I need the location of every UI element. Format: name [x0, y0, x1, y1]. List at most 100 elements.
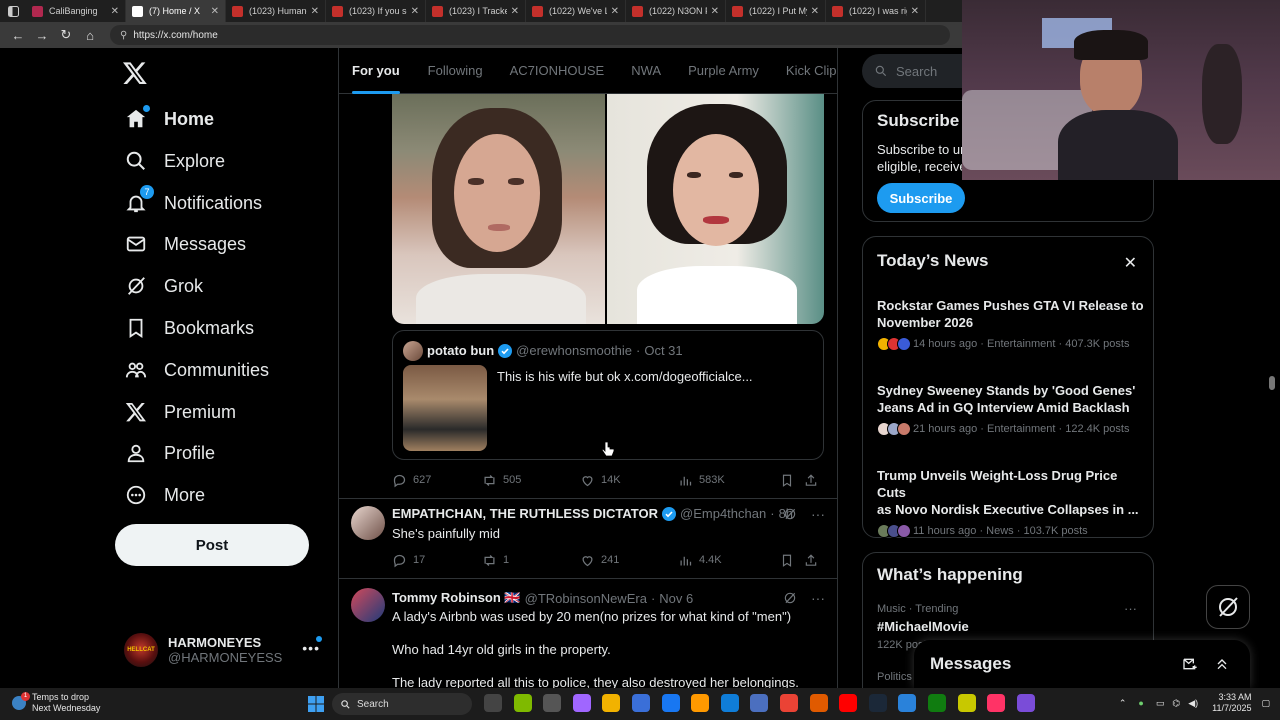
new-message-icon[interactable]	[1182, 656, 1198, 672]
close-tab-icon[interactable]: ✕	[111, 6, 119, 17]
display-icon[interactable]: ▭	[1156, 698, 1165, 709]
refresh-icon[interactable]: ↻	[54, 23, 78, 47]
sidebar-item-messages[interactable]: Messages	[124, 227, 246, 261]
taskbar-app-icon[interactable]	[809, 694, 828, 712]
like-button[interactable]: 14K	[580, 473, 678, 488]
tab-kick-clips[interactable]: Kick Clips	[786, 48, 837, 94]
taskbar-app-icon[interactable]	[602, 694, 621, 712]
author-handle[interactable]: @TRobinsonNewEra	[525, 591, 647, 606]
reply-button[interactable]: 627	[392, 473, 482, 488]
taskbar-app-icon[interactable]	[779, 694, 798, 712]
mic-icon[interactable]: ●	[1138, 698, 1143, 708]
browser-tab[interactable]: (1022) N3ON Fir✕	[626, 0, 726, 22]
notification-icon[interactable]: ▢	[1261, 698, 1270, 709]
page-scrollbar[interactable]	[1269, 376, 1275, 390]
avatar[interactable]	[351, 588, 385, 622]
back-icon[interactable]: ←	[6, 23, 30, 47]
taskbar-app-icon[interactable]	[572, 694, 591, 712]
url-input[interactable]: ⚲ https://x.com/home	[110, 25, 950, 45]
sidebar-item-explore[interactable]: Explore	[124, 144, 225, 178]
weather-widget[interactable]: 1 Temps to drop Next Wednesday	[12, 692, 100, 714]
close-tab-icon[interactable]: ✕	[311, 6, 319, 17]
photo-right[interactable]	[607, 94, 824, 324]
taskbar-app-icon[interactable]	[691, 694, 710, 712]
browser-tab[interactable]: (1023) If you see✕	[326, 0, 426, 22]
share-button[interactable]	[804, 473, 824, 488]
grok-icon[interactable]	[783, 507, 797, 521]
taskbar-app-icon[interactable]	[987, 694, 1006, 712]
chevron-up-icon[interactable]: ⌃	[1119, 698, 1127, 709]
taskbar-app-icon[interactable]	[957, 694, 976, 712]
author-name[interactable]: EMPATHCHAN, THE RUTHLESS DICTATOR	[392, 506, 658, 521]
photo-left[interactable]	[392, 94, 607, 324]
reply-button[interactable]: 17	[392, 553, 482, 568]
taskbar-app-icon[interactable]	[661, 694, 680, 712]
more-icon[interactable]: •••	[302, 640, 320, 656]
subscribe-button[interactable]: Subscribe	[877, 183, 965, 213]
x-logo-icon[interactable]	[122, 60, 150, 88]
taskbar-app-icon[interactable]	[839, 694, 858, 712]
sidebar-item-notifications[interactable]: 7 Notifications	[124, 185, 262, 220]
news-item[interactable]: Rockstar Games Pushes GTA VI Release to …	[877, 297, 1147, 351]
close-tab-icon[interactable]: ✕	[711, 6, 719, 17]
browser-tab[interactable]: (1023) I Tracked✕	[426, 0, 526, 22]
sidebar-item-premium[interactable]: Premium	[124, 395, 236, 429]
views-button[interactable]: 583K	[678, 473, 780, 488]
share-button[interactable]	[804, 553, 824, 568]
tab-actions-icon[interactable]	[0, 0, 26, 22]
trend-name[interactable]: #MichaelMovie	[877, 619, 969, 634]
tab-for-you[interactable]: For you	[352, 48, 400, 94]
author-handle[interactable]: @erewhonsmoothie	[516, 343, 632, 358]
taskbar-app-icon[interactable]	[750, 694, 769, 712]
tweet[interactable]: Tommy Robinson 🇬🇧 @TRobinsonNewEra · Nov…	[339, 578, 837, 688]
more-icon[interactable]: ···	[1124, 601, 1137, 616]
forward-icon[interactable]: →	[30, 23, 54, 47]
site-info-icon[interactable]: ⚲	[120, 30, 127, 41]
taskbar-app-icon[interactable]	[927, 694, 946, 712]
close-tab-icon[interactable]: ✕	[811, 6, 819, 17]
windows-start-icon[interactable]	[308, 696, 324, 712]
news-item[interactable]: Trump Unveils Weight-Loss Drug Price Cut…	[877, 467, 1147, 538]
taskbar-app-icon[interactable]	[543, 694, 562, 712]
browser-tab[interactable]: (1022) I was righ✕	[826, 0, 926, 22]
tweet-date[interactable]: Oct 31	[644, 343, 682, 358]
sidebar-item-grok[interactable]: Grok	[124, 269, 203, 303]
more-icon[interactable]: ···	[811, 506, 825, 522]
tab-purple-army[interactable]: Purple Army	[688, 48, 759, 94]
avatar[interactable]	[351, 506, 385, 540]
bookmark-button[interactable]	[780, 553, 804, 568]
taskbar-app-icon[interactable]	[1016, 694, 1035, 712]
browser-tab[interactable]: (1022) We've Lo✕	[526, 0, 626, 22]
taskbar-app-icon[interactable]	[868, 694, 887, 712]
expand-icon[interactable]	[1214, 656, 1230, 672]
close-tab-icon[interactable]: ✕	[611, 6, 619, 17]
home-browser-icon[interactable]: ⌂	[78, 23, 102, 47]
author-handle[interactable]: @Emp4thchan	[680, 506, 766, 521]
tweet-media[interactable]	[392, 94, 824, 324]
sidebar-item-more[interactable]: More	[124, 478, 205, 512]
browser-tab[interactable]: (1023) Humanoid✕	[226, 0, 326, 22]
close-tab-icon[interactable]: ✕	[511, 6, 519, 17]
grok-icon[interactable]	[783, 591, 797, 605]
tab-nwa[interactable]: NWA	[631, 48, 661, 94]
taskbar-app-icon[interactable]	[898, 694, 917, 712]
quote-thumbnail[interactable]	[403, 365, 487, 451]
author-name[interactable]: potato bun	[427, 343, 494, 358]
bookmark-button[interactable]	[780, 473, 804, 488]
browser-tab[interactable]: (7) Home / X ✕	[126, 0, 226, 22]
taskbar-app-icon[interactable]	[720, 694, 739, 712]
sidebar-item-bookmarks[interactable]: Bookmarks	[124, 311, 254, 345]
messages-drawer[interactable]: Messages	[914, 640, 1250, 688]
network-icon[interactable]: ⌬	[1172, 698, 1180, 709]
close-tab-icon[interactable]: ✕	[911, 6, 919, 17]
volume-icon[interactable]: ◀)	[1188, 698, 1198, 709]
taskbar-app-icon[interactable]	[631, 694, 650, 712]
taskbar-app-icon[interactable]	[513, 694, 532, 712]
grok-button[interactable]	[1206, 585, 1250, 629]
repost-button[interactable]: 1	[482, 553, 580, 568]
author-name[interactable]: Tommy Robinson 🇬🇧	[392, 590, 521, 606]
like-button[interactable]: 241	[580, 553, 678, 568]
browser-tab[interactable]: CaliBanging ✕	[26, 0, 126, 22]
tab-ac7ionhouse[interactable]: AC7IONHOUSE	[510, 48, 605, 94]
sidebar-item-communities[interactable]: Communities	[124, 353, 269, 387]
